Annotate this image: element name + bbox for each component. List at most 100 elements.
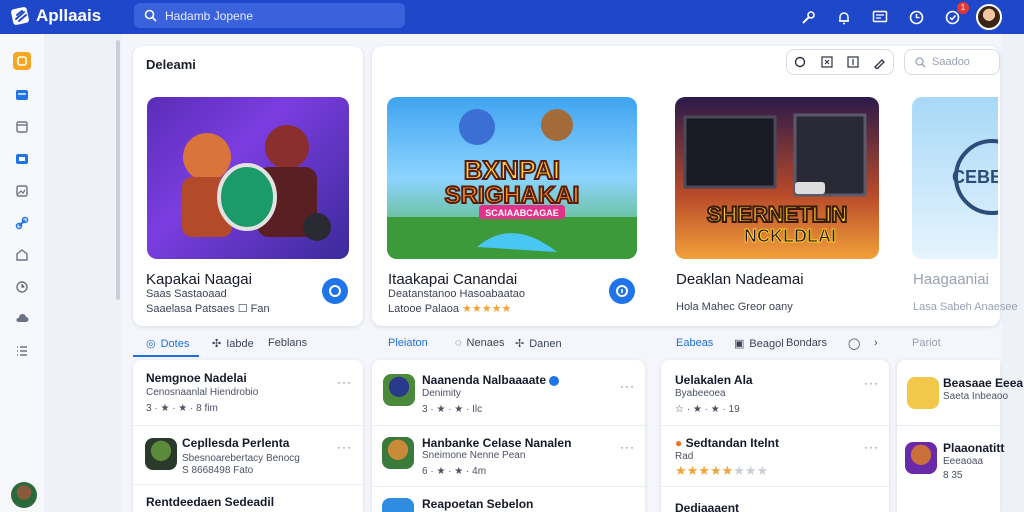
tab-pleiaton[interactable]: Pleiaton bbox=[388, 337, 428, 349]
clock-icon bbox=[16, 281, 28, 293]
app-icon[interactable] bbox=[905, 442, 937, 474]
sidebar-item-home[interactable] bbox=[13, 52, 31, 70]
user-avatar[interactable] bbox=[976, 4, 1002, 30]
featured-title-4[interactable]: Haagaaniai bbox=[913, 271, 989, 288]
sidebar-item-calendar[interactable] bbox=[13, 118, 31, 136]
sidebar-item-links[interactable] bbox=[13, 214, 31, 232]
list-item-title[interactable]: Plaaonatitt bbox=[943, 441, 1004, 455]
list-item-title[interactable]: Dediaaaent bbox=[675, 501, 739, 512]
list-item-title[interactable]: Rentdeedaen Sedeadil bbox=[146, 495, 274, 509]
list-item-title[interactable]: Naanenda Nalbaaaate bbox=[422, 373, 560, 387]
list-item-title[interactable]: Uelakalen Ala bbox=[675, 373, 753, 387]
list-item-title[interactable]: Nemgnoe Nadelai bbox=[146, 371, 247, 385]
tab-beagol[interactable]: ▣ Beagol bbox=[734, 337, 784, 351]
more-options-button[interactable]: ··· bbox=[620, 440, 635, 454]
tab-nenaes[interactable]: ◌ Nenaes bbox=[455, 337, 504, 349]
banner-text-2-line-1: SHERNETLIN bbox=[707, 202, 848, 227]
active-tab-indicator bbox=[133, 355, 199, 357]
tab-label: Danen bbox=[529, 337, 562, 350]
featured-action-button-2[interactable] bbox=[609, 278, 635, 304]
app-icon[interactable] bbox=[382, 437, 414, 469]
list-item-title[interactable]: ● Sedtandan Itelnt bbox=[675, 436, 779, 450]
activity-button[interactable] bbox=[904, 5, 928, 29]
list-item-title[interactable]: Hanbanke Celase Nanalen bbox=[422, 436, 571, 450]
store-icon bbox=[16, 154, 28, 164]
more-options-button[interactable]: ··· bbox=[620, 379, 635, 393]
banner-text-1-line-3: SCAIAABCAGAE bbox=[485, 208, 559, 218]
sidebar-item-list[interactable] bbox=[13, 342, 31, 360]
more-options-button[interactable]: ··· bbox=[337, 375, 352, 389]
list-item-rating: ☆ · ★ · ★ · 19 bbox=[675, 404, 740, 415]
list-item-title[interactable]: Beasaae Eeea bbox=[943, 376, 1023, 390]
list-item-rating: 8 35 bbox=[943, 470, 963, 481]
clock-icon bbox=[909, 10, 923, 24]
panel-search-placeholder: Saadoo bbox=[932, 56, 970, 68]
library-button[interactable] bbox=[868, 5, 892, 29]
more-options-button[interactable]: ··· bbox=[337, 440, 352, 454]
search-input[interactable]: Hadamb Jopene bbox=[134, 3, 405, 28]
verified-icon bbox=[549, 375, 560, 386]
tab-label: Pleiaton bbox=[388, 337, 428, 349]
notification-badge: 1 bbox=[957, 2, 969, 14]
tab-eabeas[interactable]: Eabeas bbox=[676, 337, 713, 349]
featured-image-1[interactable] bbox=[147, 97, 349, 259]
featured-title-1[interactable]: Kapakai Naagai bbox=[146, 271, 252, 288]
featured-action-button-1[interactable] bbox=[322, 278, 348, 304]
app-name: Apllaais bbox=[36, 6, 102, 25]
featured-title-2[interactable]: Itaakapai Canandai bbox=[388, 271, 517, 288]
top-bar: Apllaais Hadamb Jopene 1 bbox=[0, 0, 1024, 34]
edit-button[interactable] bbox=[796, 5, 820, 29]
tab-feblans[interactable]: Feblans bbox=[268, 337, 307, 349]
profile-avatar[interactable] bbox=[11, 482, 37, 508]
list-item-title[interactable]: Cepllesda Perlenta bbox=[182, 436, 289, 450]
featured-image-4[interactable]: CEBBR bbox=[912, 97, 998, 259]
app-icon[interactable] bbox=[382, 498, 414, 512]
search-placeholder: Hadamb Jopene bbox=[165, 8, 254, 23]
sidebar-item-building[interactable] bbox=[13, 246, 31, 264]
sidebar-item-inbox[interactable] bbox=[13, 86, 31, 104]
coin-icon: ● bbox=[675, 436, 683, 450]
app-icon[interactable] bbox=[907, 377, 939, 409]
messages-button[interactable]: 1 bbox=[940, 2, 969, 29]
featured-title-3[interactable]: Deaklan Nadeamai bbox=[676, 271, 804, 288]
list-item-title[interactable]: Reapoetan Sebelon bbox=[422, 497, 533, 511]
list-item-sub: Eeeaoaa bbox=[943, 456, 984, 467]
tab-label: Nenaes bbox=[466, 337, 505, 349]
tab-icon-dotes: ◎ bbox=[146, 338, 156, 350]
sidebar-item-cloud[interactable] bbox=[13, 310, 31, 328]
tab-bondars[interactable]: Bondars bbox=[786, 337, 827, 349]
next-arrow-button[interactable]: › bbox=[874, 337, 878, 349]
app-logo[interactable]: Apllaais bbox=[10, 5, 101, 27]
info-icon bbox=[616, 285, 628, 297]
list-item-rating: S 8668498 Fato bbox=[182, 465, 254, 476]
more-options-button[interactable]: ··· bbox=[864, 440, 879, 454]
sidebar-scrollbar[interactable] bbox=[116, 40, 120, 300]
featured-sub1-3: Hola Mahec Greor oany bbox=[676, 301, 793, 313]
tab-danen[interactable]: ✢ Danen bbox=[515, 337, 562, 351]
grid-tool-button[interactable] bbox=[818, 53, 836, 71]
pen-tool-button[interactable] bbox=[871, 53, 889, 71]
layout-tool-button[interactable] bbox=[844, 53, 862, 71]
tab-comments[interactable]: ◯ bbox=[848, 337, 860, 350]
sidebar-item-store[interactable] bbox=[13, 150, 31, 168]
sidebar-item-media[interactable] bbox=[13, 182, 31, 200]
notifications-button[interactable] bbox=[832, 5, 856, 29]
app-icon[interactable] bbox=[383, 374, 415, 406]
refresh-icon bbox=[329, 285, 341, 297]
list-item-sub: Rad bbox=[675, 451, 694, 462]
app-icon[interactable] bbox=[145, 438, 177, 470]
tab-dotes[interactable]: ◎ Dotes bbox=[146, 337, 189, 351]
search-tool-button[interactable] bbox=[791, 53, 809, 71]
featured-image-3[interactable]: SHERNETLIN NCKLDLAI bbox=[675, 97, 879, 259]
featured-sub1-1: Saas Sastaoaad bbox=[146, 288, 227, 300]
cloud-icon bbox=[16, 313, 29, 322]
sidebar-item-history[interactable] bbox=[13, 278, 31, 296]
featured-image-2[interactable]: BXNPAI SRIGHAKAI SCAIAABCAGAE bbox=[387, 97, 637, 259]
tab-iabde[interactable]: ✣ Iabde bbox=[212, 337, 254, 351]
more-options-button[interactable]: ··· bbox=[864, 376, 879, 390]
tab-label: Beagol bbox=[749, 337, 784, 350]
tab-pariot[interactable]: Pariot bbox=[912, 337, 941, 349]
panel-search-input[interactable]: Saadoo bbox=[904, 49, 1000, 75]
chat-icon bbox=[945, 10, 959, 24]
building-icon bbox=[16, 249, 28, 261]
